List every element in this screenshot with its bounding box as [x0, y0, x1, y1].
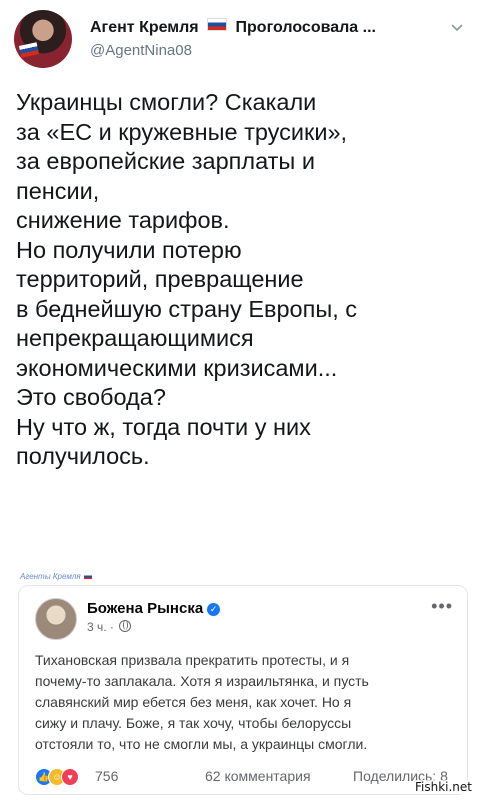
fb-post-time-text: 3 ч. · [87, 620, 114, 634]
russia-flag-icon [207, 18, 228, 31]
embedded-facebook-post[interactable]: Божена Рынска ✓ 3 ч. · ••• Тихановская пр… [18, 585, 468, 795]
display-name-suffix: Проголосовала ... [235, 19, 376, 36]
tweet-header: Агент Кремля Проголосовала ... @AgentNin… [12, 8, 468, 72]
source-watermark-text: Агенты Кремля [20, 572, 81, 581]
globe-icon [119, 620, 132, 632]
site-watermark: Fishki.net [412, 780, 474, 794]
comments-count[interactable]: 62 комментария [205, 768, 311, 784]
tweet-text: Украинцы смогли? Скакали за «ЕС и кружев… [16, 89, 358, 469]
fb-author-name-text: Божена Рынска [87, 600, 204, 617]
chevron-down-icon[interactable] [450, 20, 464, 34]
display-name[interactable]: Агент Кремля Проголосовала ... [90, 18, 430, 37]
display-name-text: Агент Кремля [90, 19, 199, 36]
mini-flag-icon [83, 574, 92, 579]
avatar[interactable] [14, 10, 72, 68]
source-watermark: Агенты Кремля [20, 572, 92, 581]
user-handle[interactable]: @AgentNina08 [90, 42, 192, 59]
verified-badge-icon: ✓ [207, 603, 221, 616]
fb-post-time[interactable]: 3 ч. · [87, 620, 132, 634]
fb-post-footer: 👍 ☺ ♥ 756 62 комментария Поделились: 8 [35, 768, 455, 787]
reactions-summary[interactable]: 👍 ☺ ♥ [35, 768, 79, 787]
love-reaction-icon: ♥ [61, 768, 79, 787]
fb-post-text: Тихановская призвала прекратить протесты… [35, 652, 369, 752]
avatar-flag-decoration [18, 42, 40, 58]
fb-author-avatar[interactable] [35, 598, 77, 640]
fb-author-name[interactable]: Божена Рынска ✓ [87, 600, 221, 617]
more-options-icon[interactable]: ••• [431, 596, 453, 617]
reactions-count[interactable]: 756 [95, 768, 118, 784]
